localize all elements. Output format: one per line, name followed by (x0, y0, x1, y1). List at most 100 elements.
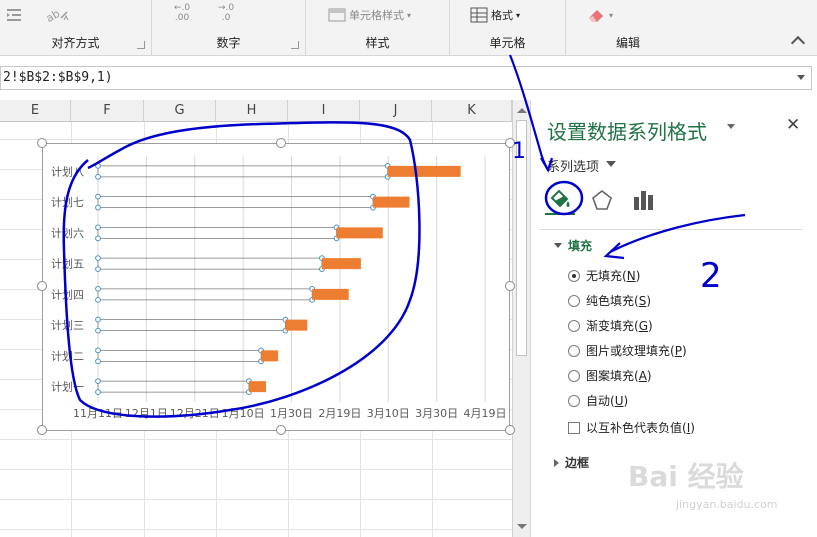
category-label: 计划三 (51, 319, 84, 332)
fill-option-none[interactable]: 无填充(N) (568, 267, 640, 284)
effects-tab[interactable] (587, 185, 617, 215)
fill-option-solid[interactable]: 纯色填充(S) (568, 292, 651, 309)
format-button[interactable]: 格式 ▾ (470, 4, 520, 26)
bar-duration (321, 258, 361, 270)
selection-point (95, 193, 101, 200)
chart-resize-handle[interactable] (276, 425, 286, 435)
radio-button[interactable] (568, 269, 580, 282)
ribbon-group-editing: ▾ 编辑 (566, 0, 690, 56)
selection-point (95, 173, 101, 180)
chart-resize-handle[interactable] (37, 281, 47, 291)
fill-option-pattern[interactable]: 图案填充(A) (568, 367, 652, 384)
chart-resize-handle[interactable] (505, 138, 515, 148)
fill-section-header[interactable]: 填充 (554, 237, 592, 254)
invert-if-negative-option[interactable]: 以互补色代表负值(I) (568, 419, 695, 436)
increase-decimal-button[interactable]: ←.0 .00 (174, 3, 190, 25)
selection-point (95, 327, 101, 334)
selection-point (95, 224, 101, 231)
increase-decimal-label: .00 (174, 13, 190, 23)
grid-line (0, 499, 512, 500)
formula-text[interactable]: 2!$B$2:$B$9,1) (3, 70, 113, 85)
x-tick-label: 11月11日 (73, 407, 123, 420)
number-launcher-icon[interactable] (291, 41, 299, 49)
alignment-launcher-icon[interactable] (137, 41, 145, 49)
formula-expand-icon[interactable] (797, 75, 805, 80)
bar-duration (373, 196, 410, 208)
close-icon[interactable]: ✕ (786, 115, 800, 135)
fill-option-label: 无填充(N) (586, 269, 641, 283)
bar-duration (312, 288, 349, 300)
selection-point (95, 162, 101, 169)
fill-option-gradient[interactable]: 渐变填充(G) (568, 317, 653, 334)
pentagon-icon (592, 189, 612, 210)
chevron-down-icon: ▾ (609, 10, 614, 20)
fill-option-automatic[interactable]: 自动(U) (568, 392, 628, 409)
radio-button[interactable] (568, 344, 580, 357)
cell-styles-button[interactable]: 单元格样式 ▾ (328, 4, 411, 26)
x-tick-label: 3月10日 (367, 407, 410, 420)
chart-resize-handle[interactable] (276, 138, 286, 148)
border-section-label: 边框 (565, 456, 590, 470)
selection-point (95, 358, 101, 365)
ribbon-group-label-styles: 样式 (365, 36, 390, 50)
radio-button[interactable] (568, 294, 580, 307)
category-label: 计划五 (51, 258, 84, 271)
selection-point (95, 378, 101, 385)
ribbon-group-label-editing: 编辑 (615, 36, 640, 50)
gantt-chart[interactable]: 11月11日 12月1日 12月21日 1月10日 1月30日 2月19日 3月10日 3月3… (42, 143, 510, 431)
chart-plot[interactable]: 11月11日 12月1日 12月21日 1月10日 1月30日 2月19日 3月10日 3月3… (43, 144, 511, 432)
column-header-j[interactable]: J (360, 100, 432, 122)
pane-divider (530, 100, 531, 537)
chart-resize-handle[interactable] (37, 425, 47, 435)
collapse-ribbon-icon[interactable] (790, 35, 806, 51)
chart-resize-handle[interactable] (505, 281, 515, 291)
bar-transparent (97, 288, 313, 301)
column-header-f[interactable]: F (71, 100, 144, 122)
grid-line (0, 529, 512, 530)
chart-resize-handle[interactable] (505, 425, 515, 435)
bar-duration (248, 381, 266, 393)
fill-option-label: 自动(U) (586, 394, 629, 408)
expand-icon (554, 458, 559, 467)
column-header-h[interactable]: H (216, 100, 288, 122)
series-options-tab[interactable] (628, 185, 658, 215)
checkbox[interactable] (568, 421, 580, 434)
watermark-logo: Bai 经验 (628, 460, 744, 493)
series-options-dropdown[interactable]: 系列选项 (547, 156, 599, 175)
scroll-thumb[interactable] (516, 120, 527, 356)
column-header-i[interactable]: I (288, 100, 360, 122)
scroll-down-icon[interactable] (517, 524, 527, 529)
bar-chart-icon (634, 191, 653, 210)
bar-transparent (97, 380, 250, 393)
indent-icon[interactable] (6, 4, 28, 26)
pane-options-chevron-icon[interactable] (727, 124, 735, 129)
invert-if-negative-label: 以互补色代表负值(I) (586, 421, 695, 435)
fill-line-tab[interactable] (545, 185, 575, 215)
chevron-down-icon[interactable] (606, 161, 616, 167)
orientation-icon[interactable]: ab (44, 4, 70, 26)
selection-point (95, 347, 101, 354)
scroll-up-icon[interactable] (517, 108, 527, 113)
selection-point (95, 285, 101, 292)
cell-styles-label: 单元格样式 (349, 9, 404, 22)
radio-button[interactable] (568, 394, 580, 407)
bar-transparent (97, 319, 286, 332)
chart-resize-handle[interactable] (37, 138, 47, 148)
decrease-decimal-button[interactable]: →.0 .0 (218, 3, 234, 25)
column-header-e[interactable]: E (0, 100, 71, 122)
column-header-g[interactable]: G (144, 100, 216, 122)
increase-decimal-icon: ←.0 (174, 3, 191, 13)
selection-point (95, 235, 101, 242)
radio-button[interactable] (568, 369, 580, 382)
selection-point (95, 255, 101, 262)
ribbon-group-label-number: 数字 (216, 36, 241, 50)
vertical-scrollbar[interactable] (512, 100, 530, 537)
bar-transparent (97, 257, 323, 270)
fill-option-picture[interactable]: 图片或纹理填充(P) (568, 342, 687, 359)
column-header-k[interactable]: K (432, 100, 512, 122)
border-section-header[interactable]: 边框 (554, 454, 589, 471)
ribbon: ab 对齐方式 ←.0 .00 →.0 .0 数字 单元格样式 ▾ 样式 格式 … (0, 0, 817, 56)
clear-button[interactable]: ▾ (586, 4, 613, 26)
radio-button[interactable] (568, 319, 580, 332)
formula-bar[interactable]: 2!$B$2:$B$9,1) (0, 66, 812, 90)
